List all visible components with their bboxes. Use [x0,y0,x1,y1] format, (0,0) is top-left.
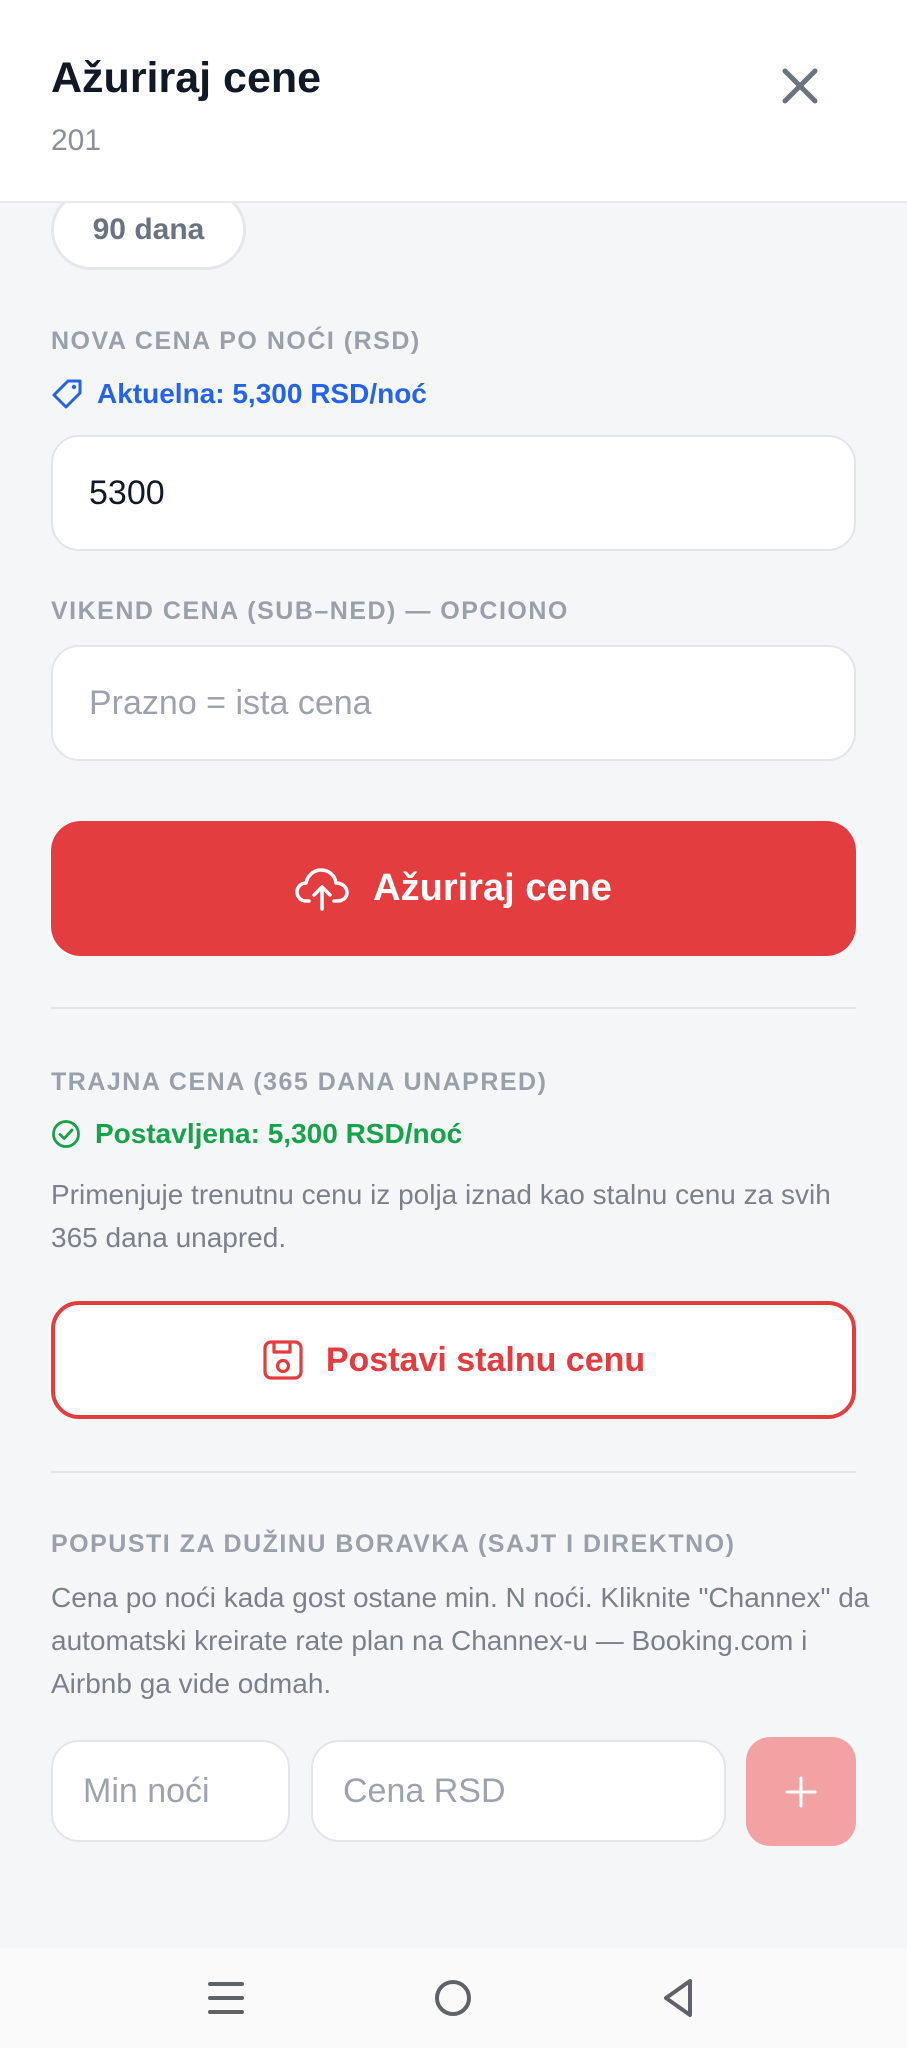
plus-icon [785,1776,817,1807]
back-button[interactable] [646,1966,710,2030]
close-button[interactable] [776,62,824,110]
menu-icon [208,1982,244,2014]
modal-subtitle: 201 [51,124,102,157]
update-prices-button[interactable]: Ažuriraj cene [51,821,856,956]
check-circle-icon [52,1120,80,1148]
discount-price-field[interactable] [311,1740,726,1842]
save-icon [263,1340,303,1380]
divider [51,1007,856,1009]
header-mask: Ažuriraj cene 201 [0,0,907,203]
cloud-upload-icon [295,867,349,911]
weekend-price-input[interactable] [89,683,818,723]
home-button[interactable] [421,1966,485,2030]
system-navigation-bar [0,1948,907,2048]
new-price-field[interactable] [51,435,856,551]
update-prices-label: Ažuriraj cene [373,867,612,909]
permanent-price-status: Postavljena: 5,300 RSD/noć [51,1118,462,1150]
set-permanent-price-label: Postavi stalnu cenu [325,1340,646,1379]
weekend-price-field[interactable] [51,645,856,761]
new-price-label: NOVA CENA PO NOĆI (RSD) [51,327,421,355]
set-permanent-price-button[interactable]: Postavi stalnu cenu [51,1301,856,1419]
close-icon [782,68,818,104]
permanent-price-label: TRAJNA CENA (365 DANA UNAPRED) [51,1068,548,1096]
discounts-label: POPUSTI ZA DUŽINU BORAVKA (SAJT I DIREKT… [51,1530,736,1558]
permanent-price-description: Primenjuje trenutnu cenu iz polja iznad … [51,1179,831,1253]
new-price-input[interactable] [89,473,818,513]
permanent-price-status-text: Postavljena: 5,300 RSD/noć [95,1118,463,1149]
current-price-text: Aktuelna: 5,300 RSD/noć [97,378,427,409]
tag-icon [52,379,82,409]
recent-apps-button[interactable] [194,1966,258,2030]
home-icon [435,1980,471,2016]
discount-price-input[interactable] [343,1771,694,1811]
min-nights-input[interactable] [83,1771,258,1811]
current-price-status: Aktuelna: 5,300 RSD/noć [51,378,427,410]
modal-title: Ažuriraj cene [51,54,322,102]
discounts-description: Cena po noći kada gost ostane min. N noć… [51,1582,870,1699]
min-nights-field[interactable] [51,1740,290,1842]
add-discount-button[interactable] [746,1737,856,1846]
back-icon [664,1979,692,2017]
divider [51,1471,856,1473]
weekend-price-label: VIKEND CENA (SUB–NED) — OPCIONO [51,597,569,625]
